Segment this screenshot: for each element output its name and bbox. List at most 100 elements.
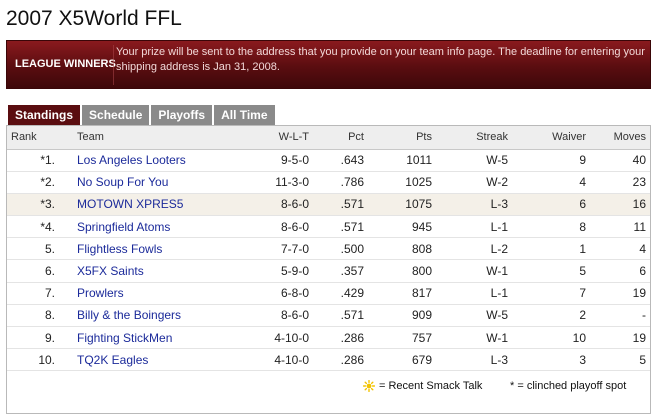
team-column-cell: Fighting StickMen	[73, 326, 253, 350]
tab-all-time[interactable]: All Time	[214, 105, 275, 125]
streak-column-cell: L-2	[436, 237, 512, 261]
wlt-cell: 9-5-0	[280, 153, 309, 168]
rank-column-cell: 10.	[7, 348, 73, 372]
pts-column-cell: 909	[368, 304, 436, 328]
moves-column-cell: 19	[590, 326, 650, 350]
wlt-cell: 8-6-0	[280, 197, 309, 212]
pts-cell: 945	[411, 219, 432, 234]
moves-column-cell: -	[590, 304, 650, 328]
team-name-link[interactable]: No Soup For You	[77, 175, 168, 189]
rank-column-cell: 7.	[7, 282, 73, 305]
team-column-cell: Prowlers	[73, 282, 253, 305]
waiver-cell: 5	[579, 264, 586, 279]
table-row: 7. Prowlers 6-8-0 .429 817 L-1 7 19	[7, 282, 650, 305]
waiver-cell: 4	[579, 175, 586, 190]
pct-column-cell: .500	[313, 237, 368, 261]
pct-cell: .429	[340, 286, 364, 301]
header-team[interactable]: Team	[73, 126, 253, 150]
wlt-column-cell: 7-7-0	[253, 237, 313, 261]
pts-cell: 817	[411, 286, 432, 301]
header-waiver[interactable]: Waiver	[512, 126, 590, 150]
tab-schedule[interactable]: Schedule	[82, 105, 150, 125]
header-streak[interactable]: Streak	[436, 126, 512, 150]
pct-column-cell: .786	[313, 171, 368, 194]
streak-cell: W-1	[486, 330, 508, 345]
page-title: 2007 X5World FFL	[6, 7, 182, 30]
wlt-cell: 5-9-0	[280, 264, 309, 279]
waiver-column-cell: 2	[512, 304, 590, 328]
team-name-link[interactable]: Fighting StickMen	[77, 331, 172, 345]
wlt-cell: 8-6-0	[280, 308, 309, 323]
team-column-cell: X5FX Saints	[73, 259, 253, 283]
league-winners-banner: LEAGUE WINNERS Your prize will be sent t…	[6, 40, 651, 89]
team-name-link[interactable]: Springfield Atoms	[77, 220, 170, 234]
waiver-column-cell: 6	[512, 193, 590, 217]
moves-column-cell: 5	[590, 348, 650, 372]
pct-column-cell: .286	[313, 348, 368, 372]
clinched-legend: * = clinched playoff spot	[510, 380, 627, 392]
waiver-cell: 9	[579, 153, 586, 168]
waiver-cell: 8	[579, 219, 586, 234]
team-name-link[interactable]: Flightless Fowls	[77, 242, 162, 256]
moves-column-cell: 19	[590, 282, 650, 305]
table-row: 9. Fighting StickMen 4-10-0 .286 757 W-1 10 19	[7, 326, 650, 350]
wlt-cell: 4-10-0	[274, 330, 309, 345]
rank-cell: 10.	[38, 352, 55, 367]
waiver-cell: 1	[579, 241, 586, 256]
streak-cell: L-1	[490, 219, 508, 234]
tab-standings[interactable]: Standings	[8, 105, 81, 125]
standings-table: Rank Team W-L-T Pct Pts Streak Waiver Mo…	[7, 126, 650, 372]
wlt-cell: 7-7-0	[280, 241, 309, 256]
pct-column-cell: .643	[313, 149, 368, 172]
waiver-cell: 2	[579, 308, 586, 323]
pts-column-cell: 1011	[368, 149, 436, 172]
team-name-link[interactable]: TQ2K Eagles	[77, 353, 148, 367]
team-name-link[interactable]: MOTOWN XPRES5	[77, 197, 183, 211]
pct-column-cell: .571	[313, 215, 368, 239]
moves-column-cell: 40	[590, 149, 650, 172]
table-row: *4. Springfield Atoms 8-6-0 .571 945 L-1 8 11	[7, 215, 650, 239]
pct-column-cell: .571	[313, 304, 368, 328]
wlt-cell: 6-8-0	[280, 286, 309, 301]
rank-cell: 7.	[44, 286, 55, 301]
pts-cell: 1011	[406, 153, 432, 168]
streak-column-cell: L-1	[436, 282, 512, 305]
tab-playoffs[interactable]: Playoffs	[151, 105, 213, 125]
team-column-cell: Flightless Fowls	[73, 237, 253, 261]
pts-column-cell: 808	[368, 237, 436, 261]
pts-column-cell: 800	[368, 259, 436, 283]
waiver-cell: 3	[579, 352, 586, 367]
team-name-link[interactable]: X5FX Saints	[77, 264, 144, 278]
pts-cell: 1075	[405, 197, 432, 212]
rank-column-cell: 9.	[7, 326, 73, 350]
team-name-link[interactable]: Prowlers	[77, 286, 124, 300]
moves-cell: 19	[632, 286, 646, 301]
pct-column-cell: .429	[313, 282, 368, 305]
banner-divider	[113, 45, 114, 85]
header-rank[interactable]: Rank	[7, 126, 73, 150]
wlt-cell: 8-6-0	[280, 219, 309, 234]
pts-column-cell: 945	[368, 215, 436, 239]
header-moves[interactable]: Moves	[590, 126, 650, 150]
team-name-link[interactable]: Billy & the Boingers	[77, 308, 181, 322]
streak-column-cell: W-5	[436, 149, 512, 172]
streak-cell: L-2	[490, 241, 508, 256]
table-row: 10. TQ2K Eagles 4-10-0 .286 679 L-3 3 5	[7, 348, 650, 372]
waiver-column-cell: 1	[512, 237, 590, 261]
rank-column-cell: *4.	[7, 215, 73, 239]
moves-cell: 4	[639, 241, 646, 256]
smack-talk-label: = Recent Smack Talk	[379, 380, 483, 392]
header-pct[interactable]: Pct	[313, 126, 368, 150]
streak-cell: W-5	[486, 153, 508, 168]
pct-cell: .643	[340, 153, 364, 168]
moves-column-cell: 16	[590, 193, 650, 217]
header-wlt[interactable]: W-L-T	[253, 126, 313, 150]
rank-column-cell: 5.	[7, 237, 73, 261]
header-pts[interactable]: Pts	[368, 126, 436, 150]
table-header-row: Rank Team W-L-T Pct Pts Streak Waiver Mo…	[7, 126, 650, 150]
streak-cell: W-2	[486, 175, 508, 190]
pts-cell: 808	[411, 241, 432, 256]
team-name-link[interactable]: Los Angeles Looters	[77, 153, 186, 167]
wlt-column-cell: 8-6-0	[253, 304, 313, 328]
pct-cell: .286	[340, 352, 364, 367]
